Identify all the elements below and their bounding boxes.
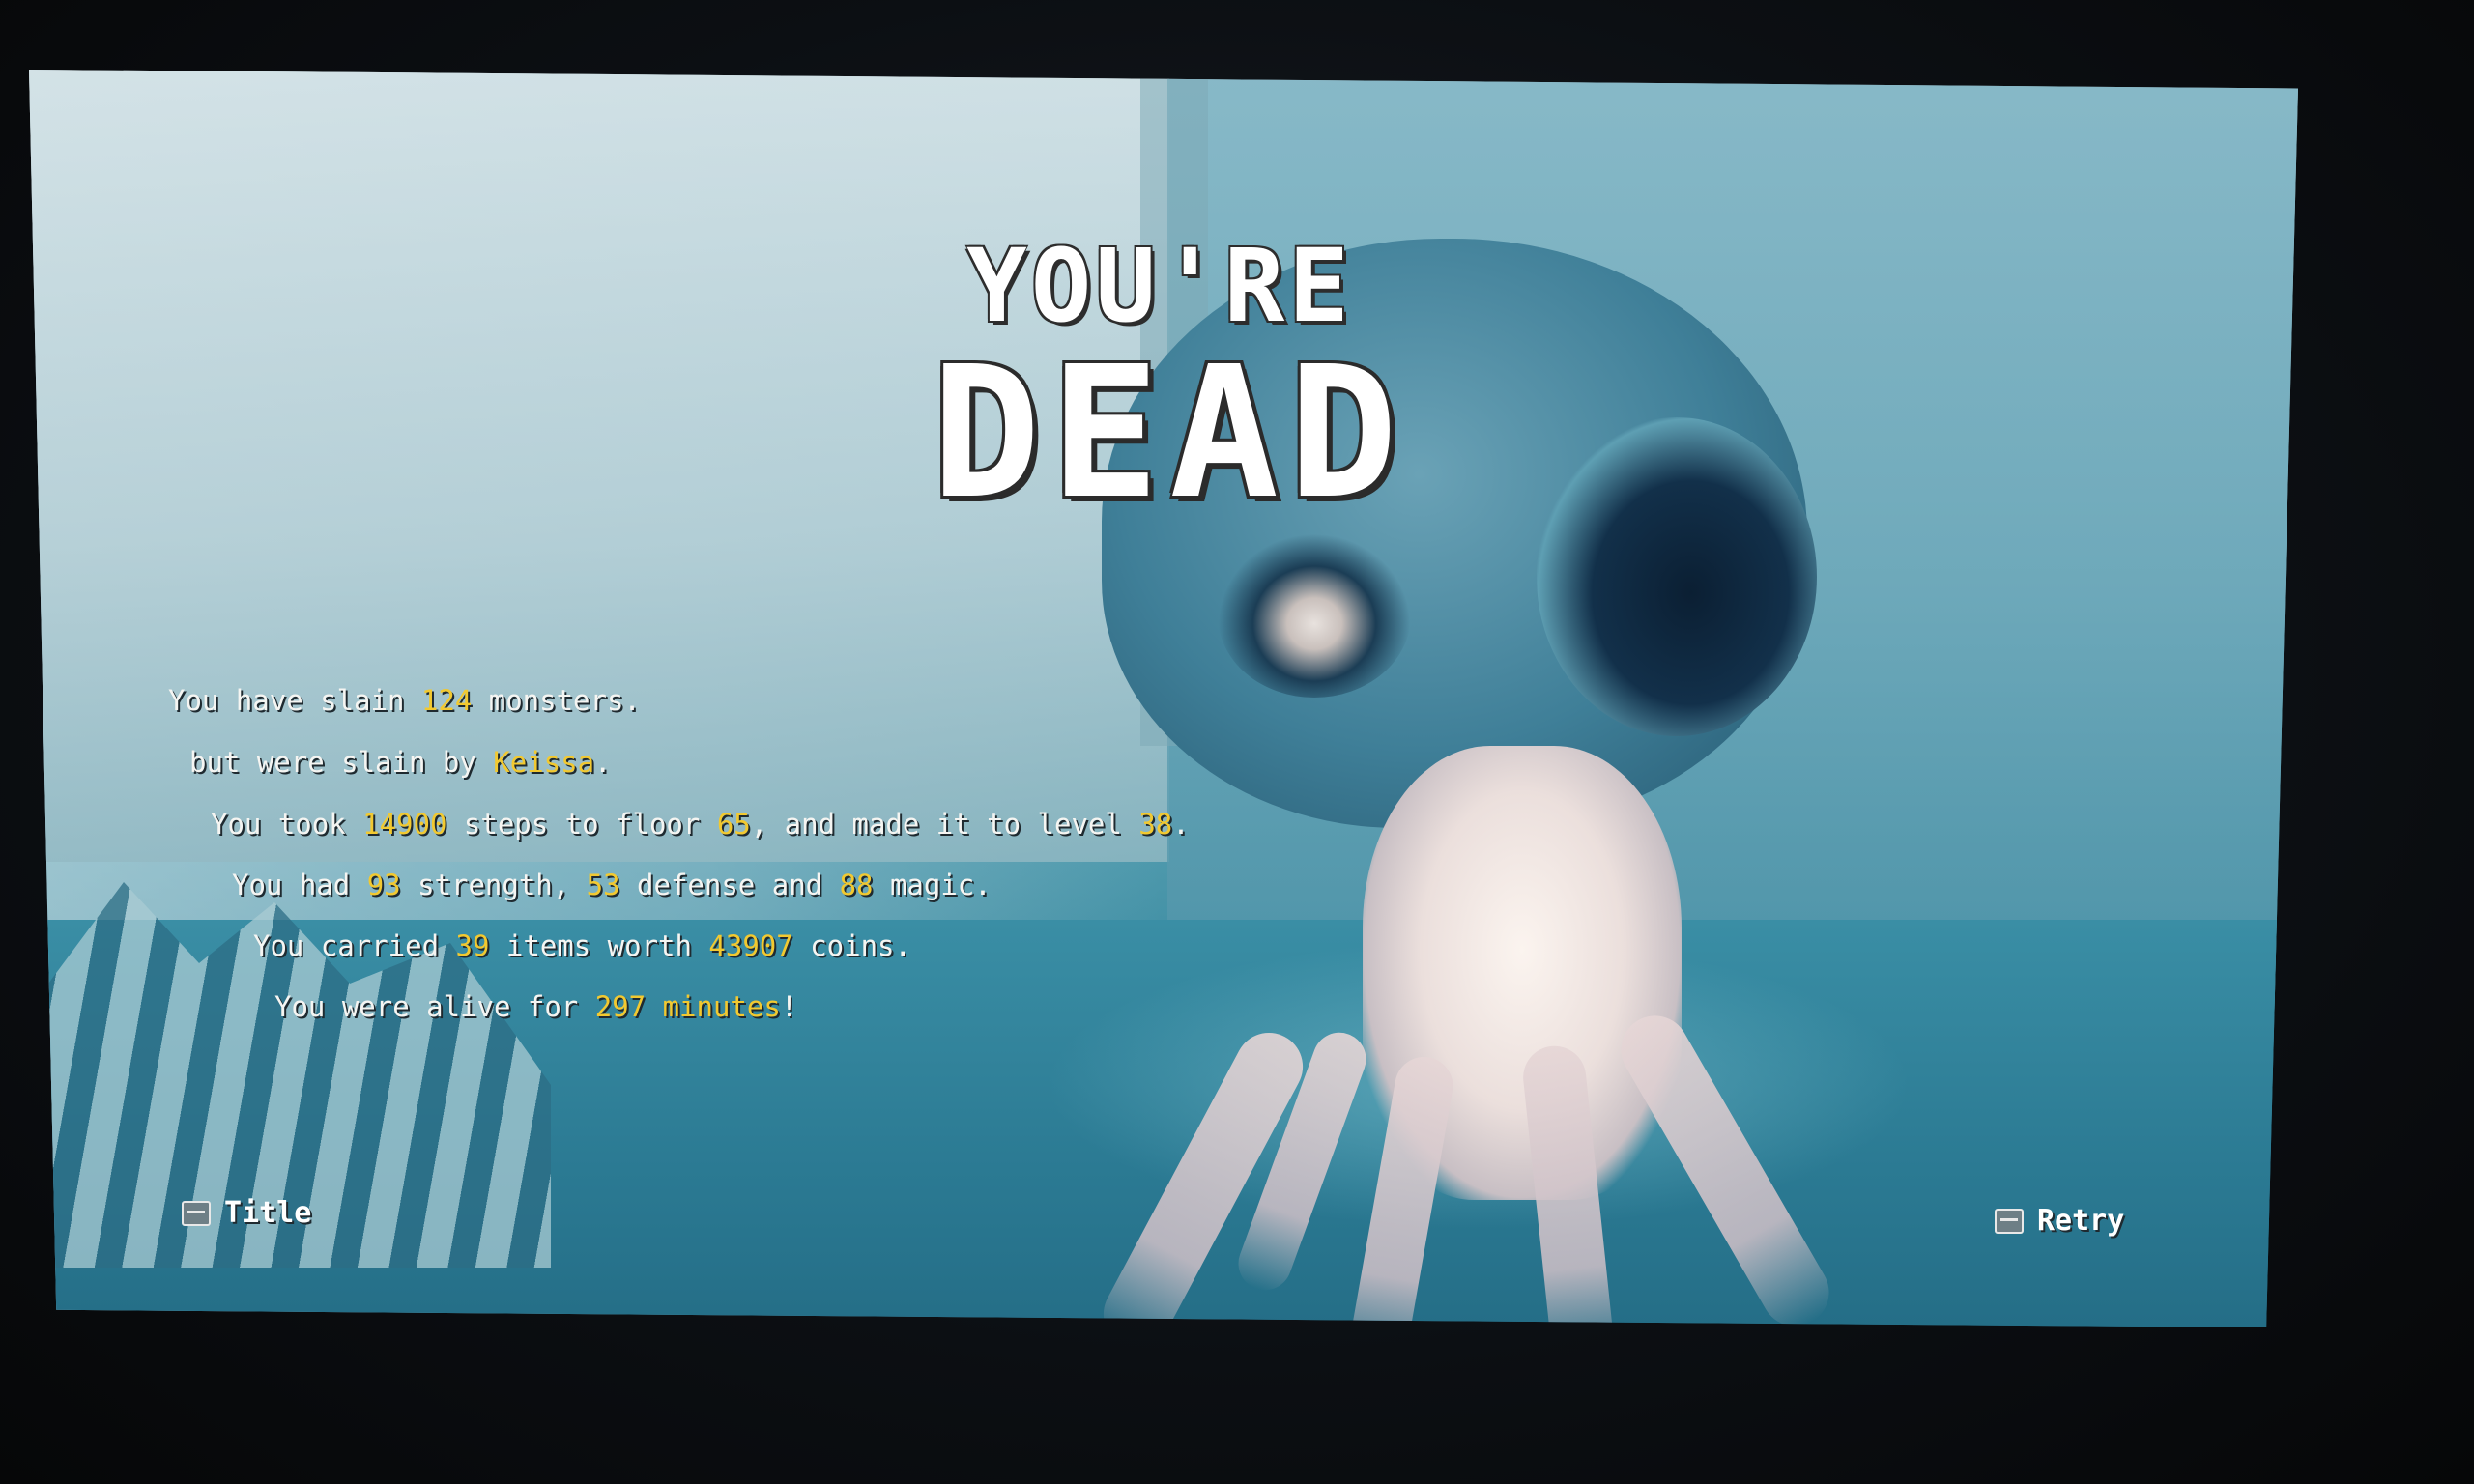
- stat-text: items worth: [489, 929, 709, 962]
- stat-line-steps: You took 14900 steps to floor 65, and ma…: [211, 808, 1190, 841]
- title-button-label: Title: [224, 1196, 312, 1230]
- stat-value: 88: [839, 869, 874, 901]
- stat-value: 43907: [708, 929, 793, 962]
- stat-text: You have slain: [168, 684, 421, 717]
- stat-value: 65: [716, 808, 751, 841]
- stat-text: .: [1172, 808, 1190, 841]
- stat-text: coins.: [792, 929, 911, 962]
- stat-line-items: You carried 39 items worth 43907 coins.: [253, 929, 911, 962]
- stat-line-time: You were alive for 297 minutes!: [274, 990, 797, 1023]
- stat-value: 38: [1138, 808, 1173, 841]
- stat-line-monsters: You have slain 124 monsters.: [168, 684, 641, 717]
- creature-eye-left: [1218, 533, 1411, 698]
- stat-value: 53: [586, 869, 620, 901]
- title-button[interactable]: Title: [182, 1196, 311, 1230]
- stat-text: You had: [232, 869, 367, 901]
- retry-button-label: Retry: [2037, 1204, 2125, 1238]
- stat-text: strength,: [400, 869, 587, 901]
- stat-value: 14900: [362, 808, 447, 841]
- creature-eye-right: [1537, 417, 1817, 736]
- stat-value: 39: [455, 929, 490, 962]
- stat-value: 93: [366, 869, 401, 901]
- stat-text: !: [780, 990, 798, 1023]
- stat-text: , and made it to level: [750, 808, 1139, 841]
- death-title-main: DEAD: [931, 328, 1408, 539]
- stat-text: steps to floor: [446, 808, 717, 841]
- stat-text: monsters.: [472, 684, 641, 717]
- stat-text: .: [594, 746, 612, 779]
- retry-button[interactable]: Retry: [1995, 1204, 2124, 1238]
- esc-key-icon: [182, 1200, 211, 1226]
- stat-value: 297 minutes: [594, 990, 781, 1023]
- stat-text: You were alive for: [274, 990, 595, 1023]
- stat-value: 124: [420, 684, 473, 717]
- stat-text: but were slain by: [189, 746, 494, 779]
- tab-key-icon: [1995, 1208, 2024, 1234]
- stat-text: magic.: [873, 869, 992, 901]
- stat-value: Keissa: [493, 746, 595, 779]
- stat-line-attributes: You had 93 strength, 53 defense and 88 m…: [232, 869, 992, 901]
- stat-text: You carried: [253, 929, 456, 962]
- stat-line-slain-by: but were slain by Keissa.: [189, 746, 612, 779]
- stat-text: You took: [211, 808, 363, 841]
- stat-text: defense and: [619, 869, 840, 901]
